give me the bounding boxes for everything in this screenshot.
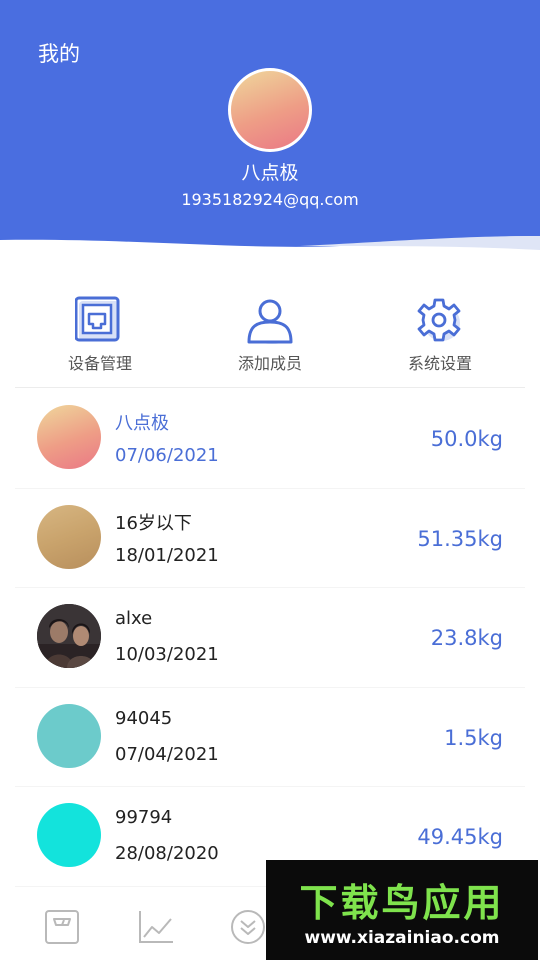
device-icon xyxy=(75,296,120,342)
profile-email: 1935182924@qq.com xyxy=(181,190,359,209)
photo-avatar xyxy=(37,604,101,668)
member-weight: 51.35kg xyxy=(417,526,503,551)
watermark-logo: 下载鸟应用 xyxy=(299,881,505,925)
tan-avatar xyxy=(37,504,101,569)
member-name: 八点极 xyxy=(115,413,169,434)
member-row[interactable]: alxe 10/03/2021 23.8kg xyxy=(15,588,525,688)
profile-screen: 我的 八点极 1935182924@qq.com 设备管理 添加成员 系统设置 … xyxy=(0,0,540,960)
cyan-avatar xyxy=(37,803,101,867)
member-name: 99794 xyxy=(115,807,173,828)
member-weight: 23.8kg xyxy=(430,626,503,650)
member-row[interactable]: 八点极 07/06/2021 50.0kg xyxy=(15,389,525,489)
teal-avatar xyxy=(37,703,101,768)
member-date: 18/01/2021 xyxy=(115,544,219,566)
person-icon xyxy=(247,299,293,344)
member-date: 28/08/2020 xyxy=(115,843,219,864)
add-member-label: 添加成员 xyxy=(237,354,302,373)
member-date: 10/03/2021 xyxy=(115,644,219,665)
member-row[interactable]: 94045 07/04/2021 1.5kg xyxy=(15,688,525,787)
profile-header: 我的 八点极 1935182924@qq.com xyxy=(0,0,540,250)
page-title: 我的 xyxy=(38,42,80,66)
watermark: 下载鸟应用 www.xiazainiao.com xyxy=(266,860,538,960)
profile-name: 八点极 xyxy=(241,162,299,184)
nav-scale[interactable] xyxy=(42,907,82,947)
member-weight: 49.45kg xyxy=(417,825,503,849)
system-settings-button[interactable]: 系统设置 xyxy=(355,288,525,388)
member-name: 16岁以下 xyxy=(115,512,192,534)
gear-icon xyxy=(417,298,461,342)
double-chevron-down-icon xyxy=(231,910,265,944)
quick-actions: 设备管理 添加成员 系统设置 xyxy=(15,288,525,388)
system-settings-label: 系统设置 xyxy=(407,354,472,373)
watermark-url: www.xiazainiao.com xyxy=(304,928,500,948)
member-weight: 50.0kg xyxy=(430,427,503,451)
member-name: alxe xyxy=(115,608,153,629)
photo-image xyxy=(37,604,101,668)
device-management-label: 设备管理 xyxy=(67,354,132,373)
member-row[interactable]: 16岁以下 18/01/2021 51.35kg xyxy=(15,489,525,588)
member-name: 94045 xyxy=(115,707,173,729)
device-management-button[interactable]: 设备管理 xyxy=(15,288,185,388)
nav-more[interactable] xyxy=(228,907,268,947)
trend-chart-icon xyxy=(139,911,173,943)
add-member-button[interactable]: 添加成员 xyxy=(185,288,355,388)
member-date: 07/04/2021 xyxy=(115,743,219,765)
profile-avatar[interactable] xyxy=(228,68,312,152)
scale-icon xyxy=(45,910,79,944)
nav-trend[interactable] xyxy=(136,907,176,947)
gradient-avatar xyxy=(37,405,101,469)
member-date: 07/06/2021 xyxy=(115,445,219,466)
member-weight: 1.5kg xyxy=(444,725,503,750)
member-list: 八点极 07/06/2021 50.0kg 16岁以下 18/01/2021 5… xyxy=(15,389,525,887)
